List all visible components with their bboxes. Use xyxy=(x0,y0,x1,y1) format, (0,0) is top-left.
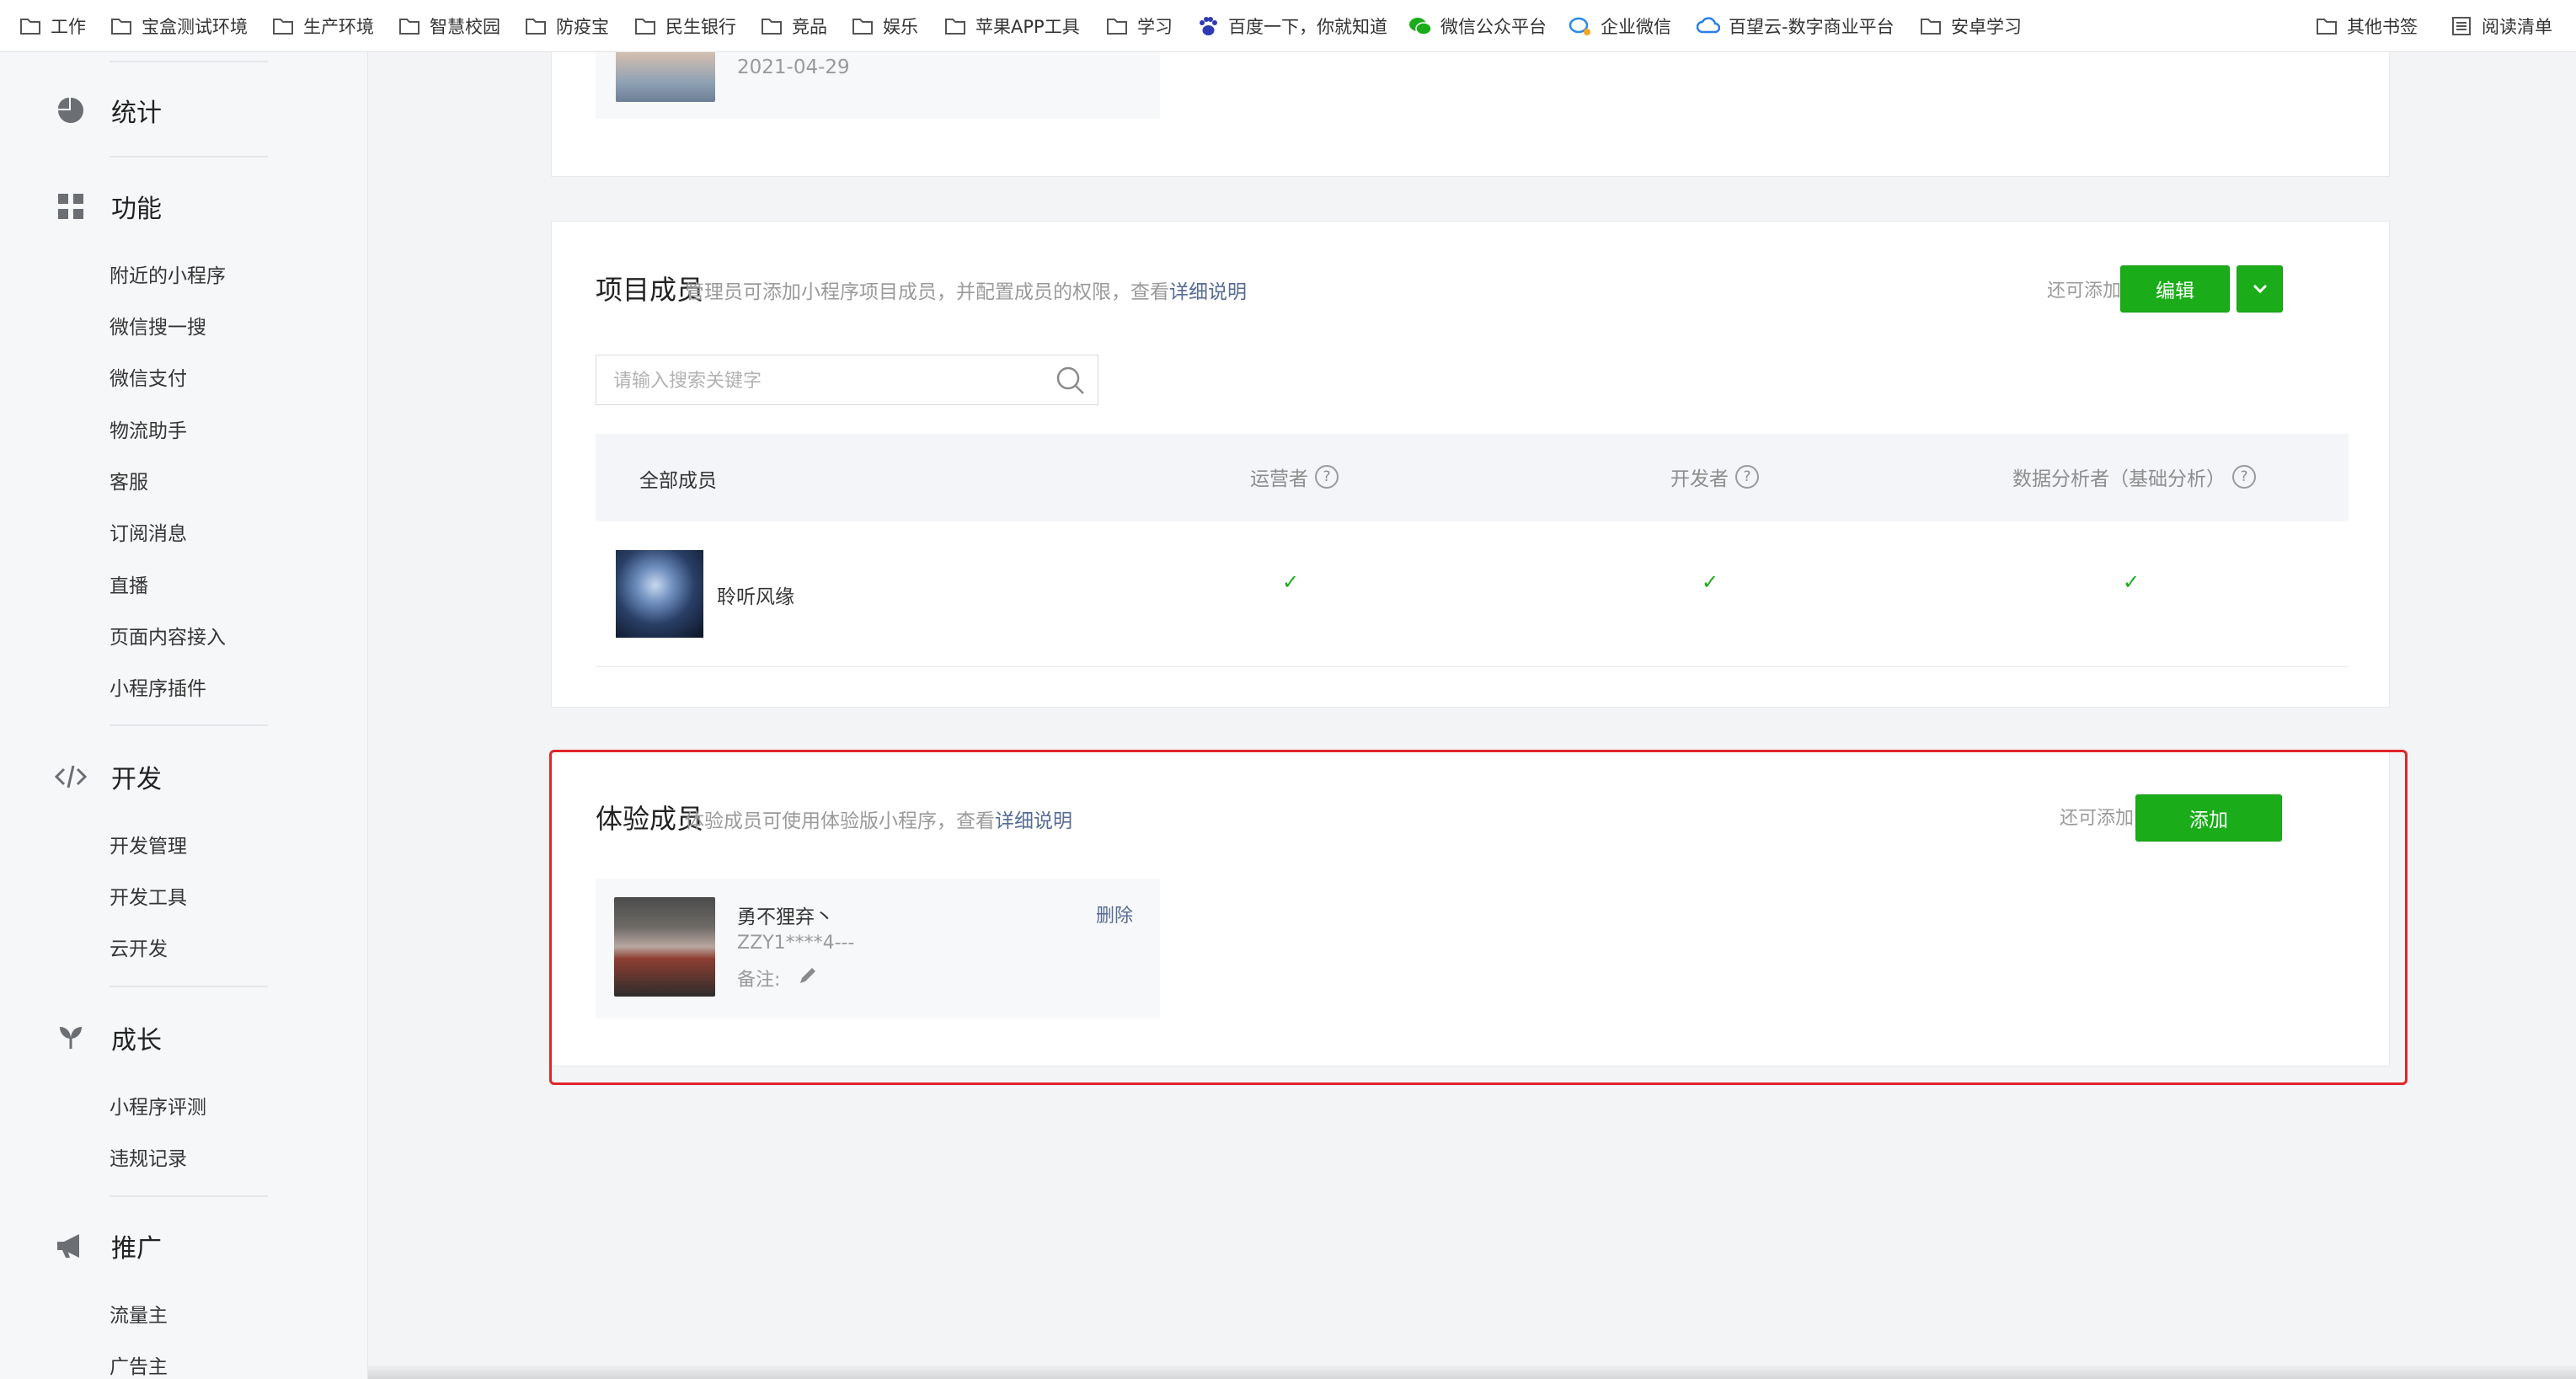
edit-button[interactable]: 编辑 xyxy=(2120,265,2230,313)
bottom-shadow xyxy=(368,1364,2576,1379)
detail-link[interactable]: 详细说明 xyxy=(1169,281,1247,303)
section-description: 管理员可添加小程序项目成员，并配置成员的权限，查看详细说明 xyxy=(685,281,1247,303)
check-icon: ✓ xyxy=(1282,570,1300,594)
cloud-icon xyxy=(1697,14,1720,38)
sidebar-item-logistics[interactable]: 物流助手 xyxy=(110,417,187,446)
sidebar-cat-growth[interactable]: 成长 xyxy=(51,1013,162,1063)
folder-icon xyxy=(760,14,783,38)
bookmark-work[interactable]: 工作 xyxy=(19,0,86,52)
bookmark-baiwang[interactable]: 百望云-数字商业平台 xyxy=(1697,0,1895,52)
sidebar-item-live[interactable]: 直播 xyxy=(110,572,148,601)
bookmark-baidu[interactable]: 百度一下，你就知道 xyxy=(1196,0,1387,52)
bookmark-prod-env[interactable]: 生产环境 xyxy=(271,0,374,52)
bookmark-wechat-mp[interactable]: 微信公众平台 xyxy=(1408,0,1547,52)
project-members-card: 项目成员 管理员可添加小程序项目成员，并配置成员的权限，查看详细说明 还可添加 … xyxy=(551,221,2390,708)
sidebar-cat-promo[interactable]: 推广 xyxy=(51,1221,162,1271)
sidebar-item-cloud-dev[interactable]: 云开发 xyxy=(110,935,168,964)
member-avatar xyxy=(616,550,703,638)
table-header: 全部成员 运营者 ? 开发者 ? 数据分析者（基础分析） ? xyxy=(596,434,2349,521)
sidebar-item-nearby[interactable]: 附近的小程序 xyxy=(110,262,226,291)
megaphone-icon xyxy=(51,1226,91,1266)
bookmark-epidemic[interactable]: 防疫宝 xyxy=(524,0,609,52)
bookmark-entertainment[interactable]: 娱乐 xyxy=(851,0,918,52)
admin-card: max****808 2021-04-29 xyxy=(551,52,2390,177)
folder-icon xyxy=(943,14,967,38)
folder-icon xyxy=(1105,14,1129,38)
bookmark-campus[interactable]: 智慧校园 xyxy=(398,0,500,52)
folder-icon xyxy=(851,14,874,38)
edit-dropdown-button[interactable] xyxy=(2237,265,2283,313)
help-icon[interactable]: ? xyxy=(2232,465,2256,489)
folder-icon xyxy=(524,14,548,38)
baidu-icon xyxy=(1196,14,1220,38)
table-row: 聆听风缘 ✓ ✓ ✓ xyxy=(596,521,2349,667)
admin-box: max****808 2021-04-29 xyxy=(596,52,1160,119)
folder-icon xyxy=(398,14,421,38)
sidebar-item-pay[interactable]: 微信支付 xyxy=(110,365,187,393)
admin-date: 2021-04-29 xyxy=(737,56,850,78)
sidebar-item-advertiser[interactable]: 广告主 xyxy=(110,1353,168,1379)
help-icon[interactable]: ? xyxy=(1315,465,1339,489)
sidebar-item-review[interactable]: 小程序评测 xyxy=(110,1093,206,1122)
pie-chart-icon xyxy=(51,90,91,131)
bookmark-other[interactable]: 其他书签 xyxy=(2315,0,2418,52)
bookmark-test-env[interactable]: 宝盒测试环境 xyxy=(110,0,248,52)
code-icon xyxy=(51,756,91,797)
column-all-members[interactable]: 全部成员 xyxy=(639,464,717,493)
folder-icon xyxy=(19,14,42,38)
chevron-down-icon xyxy=(2252,278,2269,300)
sidebar-divider xyxy=(110,61,268,62)
sidebar-item-page-content[interactable]: 页面内容接入 xyxy=(110,623,226,652)
bookmark-minsheng[interactable]: 民生银行 xyxy=(633,0,736,52)
search-icon[interactable] xyxy=(1056,366,1086,399)
reading-list-icon xyxy=(2450,14,2473,38)
bookmarks-bar: 工作 宝盒测试环境 生产环境 智慧校园 防疫宝 民生银行 竞品 娱乐 苹果APP… xyxy=(0,0,2576,52)
folder-icon xyxy=(271,14,295,38)
sidebar-item-violations[interactable]: 违规记录 xyxy=(110,1145,187,1173)
work-wechat-icon xyxy=(1569,14,1592,38)
sidebar-cat-dev[interactable]: 开发 xyxy=(51,751,162,802)
bookmark-android[interactable]: 安卓学习 xyxy=(1919,0,2022,52)
sidebar-item-traffic-owner[interactable]: 流量主 xyxy=(110,1301,168,1330)
search-input[interactable] xyxy=(612,355,1036,406)
folder-icon xyxy=(110,14,133,38)
sidebar: 统计 功能 附近的小程序 微信搜一搜 微信支付 物流助手 客服 订阅消息 直播 … xyxy=(0,52,368,1379)
check-icon: ✓ xyxy=(2123,570,2140,594)
sidebar-cat-stats[interactable]: 统计 xyxy=(51,85,162,136)
check-icon: ✓ xyxy=(1702,570,1719,594)
folder-icon xyxy=(2315,14,2338,38)
bookmark-study[interactable]: 学习 xyxy=(1105,0,1173,52)
folder-icon xyxy=(1919,14,1943,38)
wechat-icon xyxy=(1408,14,1432,38)
sprout-icon xyxy=(51,1018,91,1058)
column-analyst: 数据分析者（基础分析） ? xyxy=(2012,462,2256,491)
sidebar-item-search[interactable]: 微信搜一搜 xyxy=(110,313,206,342)
main-content: max****808 2021-04-29 项目成员 管理员可添加小程序项目成员… xyxy=(368,52,2576,1379)
sidebar-cat-features[interactable]: 功能 xyxy=(51,181,162,232)
sidebar-item-dev-tools[interactable]: 开发工具 xyxy=(110,884,187,912)
highlight-box xyxy=(549,750,2408,1085)
bookmark-competitors[interactable]: 竞品 xyxy=(760,0,827,52)
admin-avatar xyxy=(616,52,715,102)
column-developer: 开发者 ? xyxy=(1670,462,1759,491)
folder-icon xyxy=(633,14,657,38)
member-name: 聆听风缘 xyxy=(717,586,794,608)
sidebar-divider xyxy=(110,986,268,987)
help-icon[interactable]: ? xyxy=(1735,465,1759,489)
grid-icon xyxy=(51,186,91,227)
sidebar-divider xyxy=(110,156,268,158)
member-search[interactable] xyxy=(596,355,1098,406)
sidebar-item-plugins[interactable]: 小程序插件 xyxy=(110,675,206,703)
sidebar-item-service[interactable]: 客服 xyxy=(110,468,148,497)
sidebar-divider xyxy=(110,724,268,726)
sidebar-item-subscribe[interactable]: 订阅消息 xyxy=(110,520,187,548)
sidebar-divider xyxy=(110,1195,268,1197)
bookmark-work-wechat[interactable]: 企业微信 xyxy=(1569,0,1671,52)
reading-list[interactable]: 阅读清单 xyxy=(2450,0,2552,52)
column-operator: 运营者 ? xyxy=(1250,462,1339,491)
bookmark-apple-tools[interactable]: 苹果APP工具 xyxy=(943,0,1080,52)
sidebar-item-dev-manage[interactable]: 开发管理 xyxy=(110,832,187,861)
